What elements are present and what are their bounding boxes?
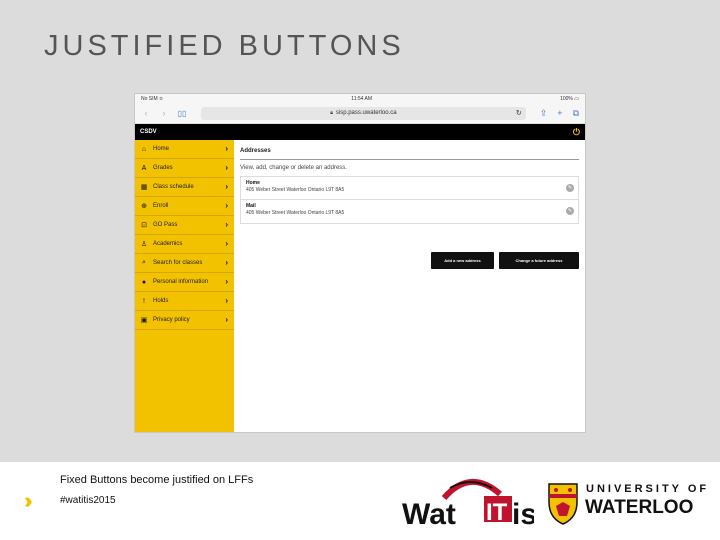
sidebar-item-label: Academics xyxy=(153,241,183,247)
sidebar-item-personal-info[interactable]: ● Personal information › xyxy=(135,273,234,292)
sidebar-item-label: GO Pass xyxy=(153,222,178,228)
address-line: 405 Weber Street Waterloo Ontario L9T 8A… xyxy=(246,210,345,216)
battery-text: 100% ▭ xyxy=(560,95,579,102)
url-bar[interactable]: 🔒︎ sisp.pass.uwaterloo.ca ↻ xyxy=(201,106,526,120)
app-header: CSDV ⏻ xyxy=(135,124,585,140)
chevron-right-icon: › xyxy=(225,296,228,305)
svg-text:IT: IT xyxy=(486,499,508,526)
chevron-right-icon: › xyxy=(225,144,228,153)
sidebar-item-label: Privacy policy xyxy=(153,317,190,323)
power-icon[interactable]: ⏻ xyxy=(573,127,580,138)
lock-icon: 🔒︎ xyxy=(330,110,333,116)
sidebar-item-privacy-policy[interactable]: ▣ Privacy policy › xyxy=(135,311,234,330)
carrier-text: No SIM ≎ xyxy=(141,95,164,102)
add-address-button[interactable]: Add a new address xyxy=(431,252,494,269)
lock-icon: ▣ xyxy=(140,317,148,324)
address-name: Home xyxy=(246,180,260,186)
slide-title: JUSTIFIED BUTTONS xyxy=(44,30,405,62)
university-name-line2: WATERLOO xyxy=(585,497,694,518)
app-name: CSDV xyxy=(140,129,157,135)
search-icon: ⌕ xyxy=(142,259,146,266)
sidebar-item-label: Personal information xyxy=(153,279,209,285)
grades-icon: A xyxy=(141,164,147,172)
sidebar-item-label: Grades xyxy=(153,165,173,171)
sidebar-item-go-pass[interactable]: ⊡ GO Pass › xyxy=(135,216,234,235)
address-name: Mail xyxy=(246,203,256,209)
chevron-right-icon: › xyxy=(225,239,228,248)
sidebar-item-enroll[interactable]: ⊕ Enroll › xyxy=(135,197,234,216)
change-future-address-button[interactable]: Change a future address xyxy=(499,252,579,269)
chevron-right-icon: › xyxy=(225,182,228,191)
url-text: sisp.pass.uwaterloo.ca xyxy=(335,110,397,116)
tabs-icon[interactable]: ⧉ xyxy=(573,108,579,119)
home-icon: ⌂ xyxy=(141,145,147,153)
time-text: 11:54 AM xyxy=(351,95,373,102)
sidebar-item-holds[interactable]: ! Holds › xyxy=(135,292,234,311)
academics-icon: ♙ xyxy=(140,241,148,248)
new-tab-icon[interactable]: + xyxy=(557,108,562,119)
sidebar-item-label: Class schedule xyxy=(153,184,194,190)
sidebar-item-label: Holds xyxy=(153,298,169,304)
address-line: 405 Weber Street Waterloo Ontario L9T 8A… xyxy=(246,187,345,193)
sidebar-item-class-schedule[interactable]: ▦ Class schedule › xyxy=(135,178,234,197)
person-icon: ● xyxy=(141,278,147,286)
bookmarks-icon[interactable]: ▯▯ xyxy=(177,109,187,118)
sidebar-item-home[interactable]: ⌂ Home › xyxy=(135,140,234,159)
sidebar-item-label: Search for classes xyxy=(153,260,203,266)
list-item[interactable]: Mail 405 Weber Street Waterloo Ontario L… xyxy=(241,200,578,223)
university-name-line1: UNIVERSITY OF xyxy=(586,483,710,495)
chevron-right-icon: › xyxy=(225,315,228,324)
back-icon[interactable]: ‹ xyxy=(141,108,151,118)
share-icon[interactable]: ⇪ xyxy=(540,108,548,119)
page-description: View, add, change or delete an address. xyxy=(240,165,347,171)
watitis-logo: Wat IT is xyxy=(402,478,534,531)
sidebar-item-grades[interactable]: A Grades › xyxy=(135,159,234,178)
chevron-right-icon: › xyxy=(225,201,228,210)
page-title: Addresses xyxy=(240,148,579,160)
sidebar-item-label: Enroll xyxy=(153,203,169,209)
slide-caption: Fixed Buttons become justified on LFFs xyxy=(60,474,254,486)
chevron-right-icon: › xyxy=(225,277,228,286)
hashtag: #watitis2015 xyxy=(60,495,116,506)
sidebar-item-label: Home xyxy=(153,146,170,152)
chevron-right-icon: › xyxy=(225,258,228,267)
app-body: ⌂ Home › A Grades › ▦ Class schedule › ⊕ Enroll… xyxy=(135,140,585,432)
sidebar-item-academics[interactable]: ♙ Academics › xyxy=(135,235,234,254)
svg-text:is: is xyxy=(512,498,534,531)
browser-toolbar: ‹ › ▯▯ 🔒︎ sisp.pass.uwaterloo.ca ↻ ⇪ + ⧉ xyxy=(135,103,585,124)
browser-actions: ⇪ + ⧉ xyxy=(540,108,579,119)
sidebar: ⌂ Home › A Grades › ▦ Class schedule › ⊕ Enroll… xyxy=(135,140,234,432)
calendar-icon: ▦ xyxy=(140,184,148,191)
cart-icon: ⊕ xyxy=(141,203,147,210)
svg-text:Wat: Wat xyxy=(402,498,456,531)
status-bar: No SIM ≎ 11:54 AM 100% ▭ xyxy=(135,94,585,103)
forward-icon[interactable]: › xyxy=(159,108,169,118)
tablet-screenshot: No SIM ≎ 11:54 AM 100% ▭ ‹ › ▯▯ 🔒︎ sisp.… xyxy=(134,93,586,433)
bus-icon: ⊡ xyxy=(141,222,147,229)
edit-icon[interactable]: ✎ xyxy=(566,184,574,192)
reload-icon[interactable]: ↻ xyxy=(516,109,522,117)
double-chevron-icon: ›› xyxy=(24,488,32,513)
slide-background: JUSTIFIED BUTTONS No SIM ≎ 11:54 AM 100%… xyxy=(0,0,720,462)
button-row: Add a new address Change a future addres… xyxy=(431,252,579,269)
edit-icon[interactable]: ✎ xyxy=(566,207,574,215)
holds-icon: ! xyxy=(143,297,145,305)
sidebar-item-search-classes[interactable]: ⌕ Search for classes › xyxy=(135,254,234,273)
chevron-right-icon: › xyxy=(225,220,228,229)
address-list: Home 405 Weber Street Waterloo Ontario L… xyxy=(240,176,579,224)
chevron-right-icon: › xyxy=(225,163,228,172)
main-content: Addresses View, add, change or delete an… xyxy=(234,140,585,432)
list-item[interactable]: Home 405 Weber Street Waterloo Ontario L… xyxy=(241,177,578,200)
